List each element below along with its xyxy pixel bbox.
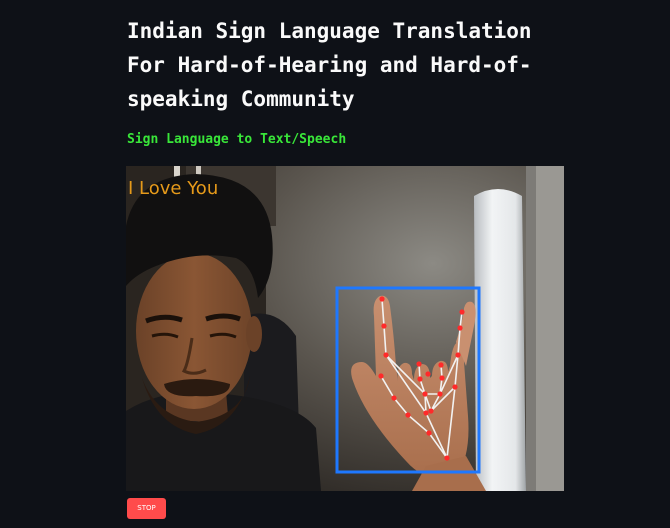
prediction-text: I Love You bbox=[128, 178, 219, 199]
webcam-video-feed bbox=[126, 166, 564, 491]
app-container: Indian Sign Language Translation For Har… bbox=[0, 0, 670, 528]
section-subtitle: Sign Language to Text/Speech bbox=[127, 132, 347, 147]
webcam-frame bbox=[126, 166, 564, 491]
page-title: Indian Sign Language Translation For Har… bbox=[127, 19, 532, 111]
stop-button[interactable]: STOP bbox=[127, 498, 166, 519]
